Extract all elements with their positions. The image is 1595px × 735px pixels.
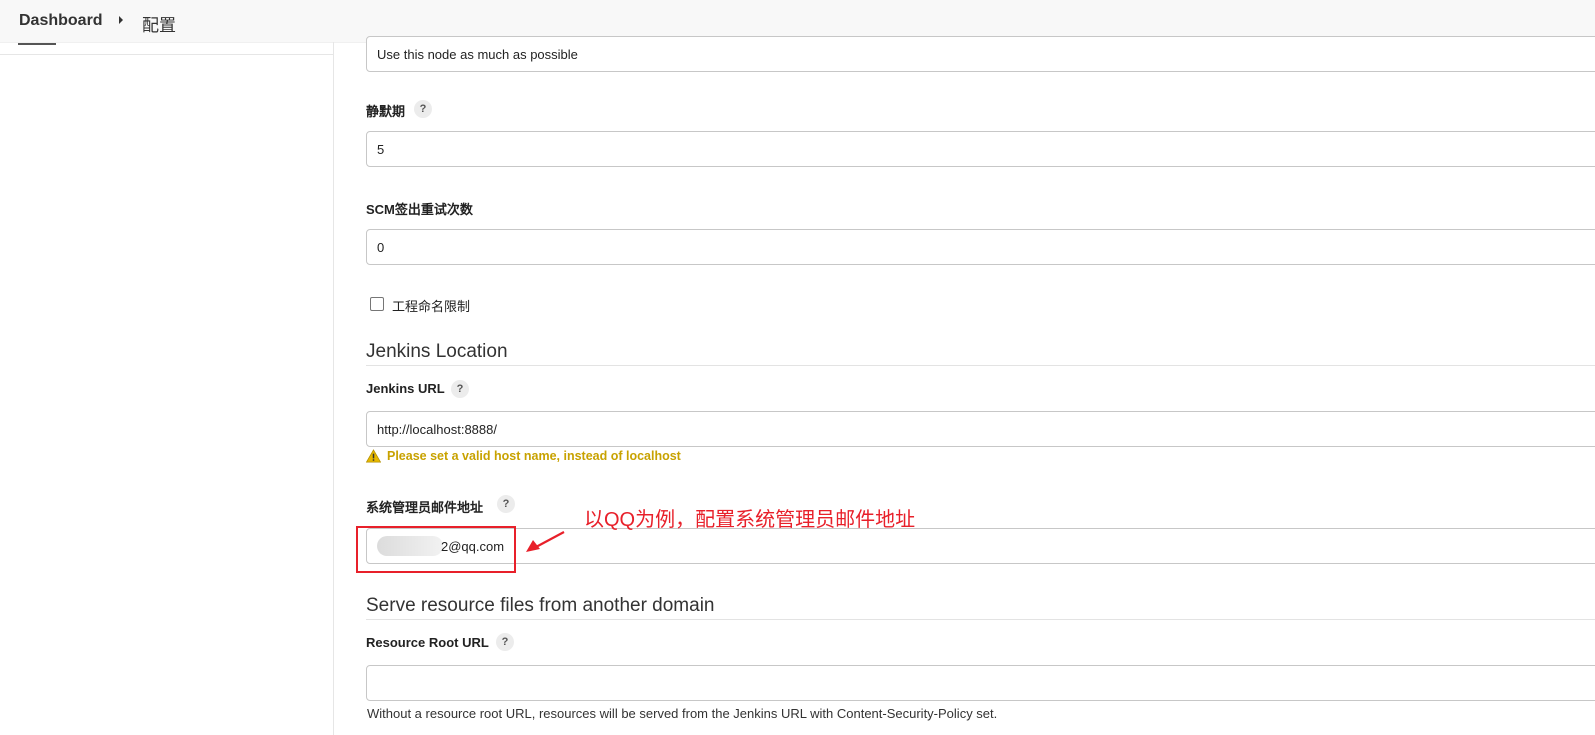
jenkins-url-label: Jenkins URL <box>366 381 445 396</box>
scm-retry-value: 0 <box>377 239 385 255</box>
annotation-arrow-icon <box>526 531 565 552</box>
jenkins-location-divider <box>366 365 1595 366</box>
warning-icon <box>366 449 381 463</box>
admin-email-label: 系统管理员邮件地址 <box>366 500 484 515</box>
jenkins-url-warning: Please set a valid host name, instead of… <box>366 449 681 463</box>
sidebar-item-cut <box>18 42 58 47</box>
quiet-period-input[interactable]: 5 <box>366 131 1595 167</box>
usage-select[interactable]: Use this node as much as possible <box>366 36 1595 72</box>
quiet-period-label: 静默期 <box>366 104 406 119</box>
warning-text: Please set a valid host name, instead of… <box>387 449 681 463</box>
resource-domain-heading: Serve resource files from another domain <box>366 595 715 616</box>
annotation-text: 以QQ为例，配置系统管理员邮件地址 <box>584 509 916 531</box>
resource-root-url-description: Without a resource root URL, resources w… <box>367 706 998 721</box>
breadcrumb-dashboard-link[interactable]: Dashboard <box>19 12 103 30</box>
annotation-highlight-box <box>356 526 516 573</box>
admin-email-help-icon[interactable]: ? <box>497 495 515 513</box>
resource-root-url-label: Resource Root URL <box>366 635 489 650</box>
quiet-period-help-icon[interactable]: ? <box>414 100 432 118</box>
resource-root-url-input[interactable] <box>366 665 1595 701</box>
project-naming-label[interactable]: 工程命名限制 <box>392 296 470 315</box>
resource-domain-divider <box>366 619 1595 620</box>
usage-select-value: Use this node as much as possible <box>377 46 578 62</box>
jenkins-location-heading: Jenkins Location <box>366 341 508 362</box>
sidebar-divider <box>0 54 333 55</box>
jenkins-url-value: http://localhost:8888/ <box>377 421 497 437</box>
project-naming-checkbox[interactable] <box>370 297 384 311</box>
jenkins-url-input[interactable]: http://localhost:8888/ <box>366 411 1595 447</box>
scm-retry-label: SCM签出重试次数 <box>366 202 473 217</box>
scm-retry-input[interactable]: 0 <box>366 229 1595 265</box>
jenkins-url-help-icon[interactable]: ? <box>451 380 469 398</box>
breadcrumb-current-page[interactable]: 配置 <box>142 11 176 36</box>
resource-root-url-help-icon[interactable]: ? <box>496 633 514 651</box>
quiet-period-value: 5 <box>377 141 385 157</box>
sidebar <box>0 42 334 735</box>
breadcrumb-separator-icon <box>119 16 123 24</box>
